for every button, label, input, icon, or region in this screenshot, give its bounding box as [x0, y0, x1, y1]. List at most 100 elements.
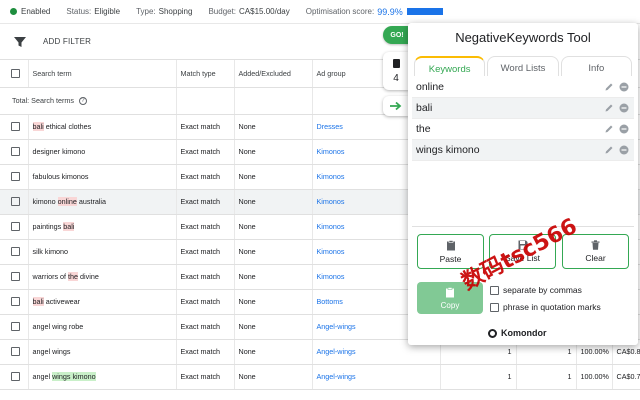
- komondor-logo-icon: [488, 328, 497, 338]
- ad-group-link[interactable]: Angel-wings: [312, 364, 441, 390]
- clear-button[interactable]: Clear: [562, 234, 629, 269]
- edit-pencil-icon[interactable]: [604, 82, 614, 92]
- row-checkbox[interactable]: [11, 322, 20, 332]
- paste-icon: [446, 239, 455, 250]
- row-checkbox[interactable]: [11, 372, 20, 382]
- search-term-cell: silk kimono: [28, 239, 177, 265]
- row-checkbox-cell: [0, 164, 29, 190]
- clear-label: Clear: [585, 253, 606, 263]
- added-excluded-cell: None: [234, 164, 313, 190]
- keyword-item[interactable]: bali: [412, 98, 634, 119]
- tab-word-lists[interactable]: Word Lists: [487, 56, 559, 76]
- row-checkbox-cell: [0, 339, 29, 365]
- copy-button[interactable]: Copy: [417, 282, 483, 314]
- edit-pencil-icon[interactable]: [604, 124, 614, 134]
- match-type-cell: Exact match: [176, 364, 235, 390]
- optimisation-score[interactable]: Optimisation score: 99.9%: [306, 7, 443, 17]
- komondor-brand[interactable]: Komondor: [488, 328, 547, 338]
- search-term-text: angel: [32, 372, 53, 381]
- match-type-cell: Exact match: [176, 139, 235, 165]
- added-excluded-cell: None: [234, 214, 313, 240]
- filter-icon[interactable]: [13, 35, 27, 49]
- row-checkbox[interactable]: [11, 272, 20, 282]
- search-term-text: silk kimono: [32, 247, 69, 256]
- enabled-label: Enabled: [21, 7, 51, 16]
- score-value: 99.9%: [377, 6, 403, 17]
- search-term-text: divine: [78, 272, 99, 281]
- table-row[interactable]: angel wings kimono Exact match None Angel-w…: [0, 364, 640, 390]
- keyword-item[interactable]: online: [412, 77, 634, 98]
- match-type-cell: Exact match: [176, 314, 235, 340]
- row-checkbox[interactable]: [11, 122, 20, 132]
- help-icon[interactable]: ?: [78, 97, 87, 106]
- metric-cell: 1: [516, 364, 577, 390]
- add-filter-button[interactable]: ADD FILTER: [43, 37, 91, 46]
- search-term-text: australia: [76, 197, 107, 206]
- go-button[interactable]: GO!: [383, 26, 411, 44]
- status-bar: Enabled Status: Eligible Type: Shopping …: [0, 0, 640, 24]
- row-checkbox[interactable]: [11, 147, 20, 157]
- budget-info[interactable]: Budget: CA$15.00/day: [208, 7, 289, 16]
- collapse-panel-button[interactable]: [383, 96, 409, 116]
- search-term-text: kimono: [32, 197, 58, 206]
- match-type-cell: Exact match: [176, 214, 235, 240]
- save-list-button[interactable]: Save List: [489, 234, 556, 269]
- select-all-checkbox[interactable]: [11, 69, 20, 79]
- panel-title: NegativeKeywords Tool: [455, 30, 591, 45]
- match-type-cell: Exact match: [176, 289, 235, 315]
- row-checkbox[interactable]: [11, 297, 20, 307]
- phrase-quotation-option[interactable]: phrase in quotation marks: [490, 302, 601, 312]
- row-checkbox[interactable]: [11, 247, 20, 257]
- metric-cell: 1: [440, 364, 517, 390]
- row-checkbox-cell: [0, 239, 29, 265]
- remove-icon[interactable]: [619, 145, 629, 155]
- keyword-item[interactable]: the: [412, 119, 634, 140]
- score-label: Optimisation score:: [305, 7, 375, 16]
- remove-icon[interactable]: [619, 124, 629, 134]
- added-excluded-cell: None: [234, 314, 313, 340]
- row-checkbox[interactable]: [11, 172, 20, 182]
- search-term-cell: bali ethical clothes: [28, 114, 177, 140]
- status-value: Eligible: [94, 7, 121, 16]
- type-label: Type:: [136, 7, 156, 16]
- total-label: Total: Search terms: [12, 95, 74, 105]
- separate-by-commas-checkbox[interactable]: [490, 285, 499, 295]
- keyword-item[interactable]: wings kimono: [412, 140, 634, 161]
- phrase-quotation-checkbox[interactable]: [490, 302, 499, 312]
- separate-by-commas-option[interactable]: separate by commas: [490, 285, 582, 295]
- paste-label: Paste: [439, 253, 462, 264]
- arrow-right-icon: [390, 101, 402, 111]
- header-added-excluded[interactable]: Added/Excluded: [234, 60, 313, 88]
- header-search-term[interactable]: Search term: [28, 60, 177, 88]
- row-checkbox[interactable]: [11, 222, 20, 232]
- budget-value: CA$15.00/day: [239, 7, 290, 16]
- edit-pencil-icon[interactable]: [604, 145, 614, 155]
- save-list-label: Save List: [505, 253, 540, 263]
- row-checkbox[interactable]: [11, 347, 20, 357]
- added-excluded-cell: None: [234, 264, 313, 290]
- paste-button[interactable]: Paste: [417, 234, 484, 269]
- row-checkbox-cell: [0, 264, 29, 290]
- tab-keywords[interactable]: Keywords: [414, 56, 486, 76]
- edit-pencil-icon[interactable]: [604, 103, 614, 113]
- search-term-cell: angel wings kimono: [28, 364, 177, 390]
- keyword-text: bali: [416, 102, 433, 114]
- match-type-cell: Exact match: [176, 264, 235, 290]
- header-match-type[interactable]: Match type: [176, 60, 235, 88]
- keyword-text: wings kimono: [416, 144, 480, 156]
- keyword-count-card[interactable]: 4: [383, 52, 409, 90]
- remove-icon[interactable]: [619, 103, 629, 113]
- tab-info[interactable]: Info: [560, 56, 632, 76]
- added-excluded-cell: None: [234, 239, 313, 265]
- search-term-text: paintings: [32, 222, 64, 231]
- row-checkbox[interactable]: [11, 197, 20, 207]
- total-empty-cell: [176, 87, 235, 115]
- search-term-cell: paintings bali: [28, 214, 177, 240]
- row-checkbox-cell: [0, 114, 29, 140]
- remove-icon[interactable]: [619, 82, 629, 92]
- metric-cell: CA$0.73: [612, 364, 640, 390]
- score-progress-bar: [406, 8, 443, 15]
- enabled-status[interactable]: Enabled: [10, 7, 50, 16]
- metric-cell: 100.00%: [576, 364, 613, 390]
- status-info: Status: Eligible: [66, 7, 120, 16]
